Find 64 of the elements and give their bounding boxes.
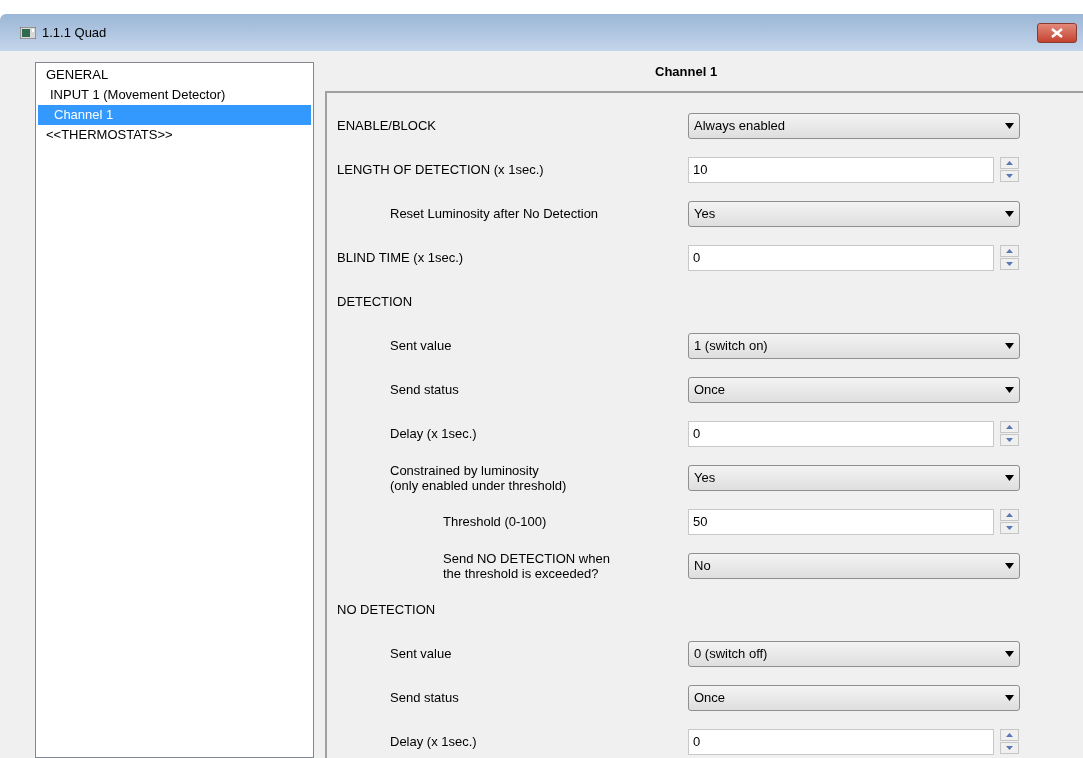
dropdown[interactable]: 0 (switch off) (688, 640, 1020, 667)
setting-label: DETECTION (337, 294, 414, 309)
panel-title: Channel 1 (654, 63, 719, 81)
caret-icon (1005, 122, 1014, 129)
down-arrow-icon (1006, 746, 1013, 750)
dropdown[interactable]: No (688, 552, 1020, 579)
dropdown[interactable]: Yes (688, 200, 1020, 227)
app-icon (20, 26, 36, 39)
close-button[interactable] (1037, 22, 1077, 43)
spin-down-button[interactable] (1000, 742, 1019, 754)
setting-label: Constrained by luminosity (only enabled under threshold) (390, 462, 568, 493)
setting-label: Threshold (0-100) (443, 514, 548, 529)
navigation-item[interactable]: <<THERMOSTATS>> (38, 125, 311, 145)
setting-label: Sent value (390, 646, 453, 661)
down-arrow-icon (1006, 262, 1013, 266)
number-field[interactable]: 50 (688, 508, 994, 535)
spin-down-button[interactable] (1000, 258, 1019, 270)
caret-icon (1005, 694, 1014, 701)
spin-down-button[interactable] (1000, 522, 1019, 534)
spin-up-button[interactable] (1000, 157, 1019, 169)
spin-up-button[interactable] (1000, 421, 1019, 433)
setting-label: Send status (390, 382, 460, 397)
down-arrow-icon (1006, 526, 1013, 530)
up-arrow-icon (1006, 425, 1013, 429)
up-arrow-icon (1006, 513, 1013, 517)
caret-icon (1005, 386, 1014, 393)
number-field[interactable]: 10 (688, 156, 994, 183)
navigation-item[interactable]: INPUT 1 (Movement Detector) (38, 85, 311, 105)
number-field[interactable]: 0 (688, 244, 994, 271)
caret-icon (1005, 650, 1014, 657)
setting-label: BLIND TIME (x 1sec.) (337, 250, 465, 265)
close-icon (1051, 27, 1063, 38)
dropdown[interactable]: Once (688, 684, 1020, 711)
up-arrow-icon (1006, 161, 1013, 165)
setting-label: NO DETECTION (337, 602, 437, 617)
setting-label: Delay (x 1sec.) (390, 734, 478, 749)
down-arrow-icon (1006, 174, 1013, 178)
dropdown[interactable]: Once (688, 376, 1020, 403)
window-title: 1.1.1 Quad (42, 23, 107, 42)
setting-label: Sent value (390, 338, 453, 353)
navigation-item[interactable]: GENERAL (38, 65, 311, 85)
up-arrow-icon (1006, 249, 1013, 253)
dropdown[interactable]: Yes (688, 464, 1020, 491)
caret-icon (1005, 474, 1014, 481)
spin-up-button[interactable] (1000, 509, 1019, 521)
setting-label: Delay (x 1sec.) (390, 426, 478, 441)
caret-icon (1005, 342, 1014, 349)
number-field[interactable]: 0 (688, 420, 994, 447)
number-field[interactable]: 0 (688, 728, 994, 755)
up-arrow-icon (1006, 733, 1013, 737)
down-arrow-icon (1006, 438, 1013, 442)
setting-label: LENGTH OF DETECTION (x 1sec.) (337, 162, 545, 177)
caret-icon (1005, 210, 1014, 217)
setting-label: Send status (390, 690, 460, 705)
setting-label: Reset Luminosity after No Detection (390, 206, 600, 221)
spin-down-button[interactable] (1000, 434, 1019, 446)
dropdown[interactable]: Always enabled (688, 112, 1020, 139)
setting-label: Send NO DETECTION when the threshold is exceeded? (443, 550, 611, 581)
spin-down-button[interactable] (1000, 170, 1019, 182)
dropdown[interactable]: 1 (switch on) (688, 332, 1020, 359)
spin-up-button[interactable] (1000, 245, 1019, 257)
spin-up-button[interactable] (1000, 729, 1019, 741)
setting-label: ENABLE/BLOCK (337, 118, 437, 133)
caret-icon (1005, 562, 1014, 569)
